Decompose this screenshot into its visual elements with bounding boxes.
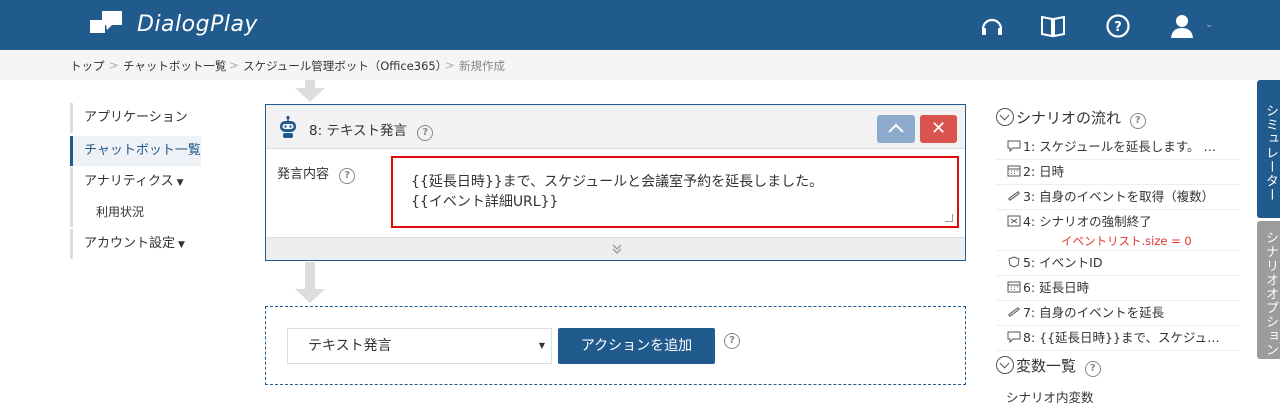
breadcrumb-chatbot-list[interactable]: チャットボット一覧 <box>123 58 226 74</box>
flow-item[interactable]: 1: スケジュールを延長します。 … <box>996 135 1240 160</box>
nav-usage[interactable]: 利用状況 <box>70 197 144 227</box>
message-textarea[interactable]: {{延長日時}}まで、スケジュールと会議室予約を延長しました。 {{イベント詳細… <box>391 156 959 228</box>
flow-title-text: シナリオの流れ <box>1016 109 1122 127</box>
nav-label: 利用状況 <box>96 205 145 219</box>
brand-name[interactable]: DialogPlay <box>137 12 258 37</box>
nav-analytics[interactable]: アナリティクス ▼ <box>70 167 184 197</box>
link-icon <box>1008 191 1020 201</box>
add-action-box: テキスト発言 ▼ アクションを追加 ? <box>265 306 966 385</box>
chevron-up-icon <box>888 123 904 133</box>
flow-item-label: 6: 延長日時 <box>1023 280 1090 295</box>
close-icon: ✕ <box>930 118 947 139</box>
action-panel: 8: テキスト発言 ? ✕ 発言内容 ? {{延長日時}}まで、スケジュールと会… <box>265 104 966 261</box>
caret-down-icon: ▼ <box>176 178 184 188</box>
svg-text:?: ? <box>1114 20 1122 35</box>
help-icon[interactable]: ? <box>1084 361 1101 377</box>
action-title-text: 8: テキスト発言 <box>309 123 408 139</box>
scenario-vars-label: シナリオ内変数 <box>1006 390 1094 405</box>
flow-item[interactable]: 5: イベントID <box>996 251 1240 276</box>
action-type-select[interactable]: テキスト発言 ▼ <box>287 328 552 364</box>
tab-simulator[interactable]: シミュレーター <box>1257 80 1280 218</box>
flow-item[interactable]: 2: 日時 <box>996 160 1240 185</box>
action-panel-header: 8: テキスト発言 ? ✕ <box>266 105 965 149</box>
nav-account-settings[interactable]: アカウント設定 ▼ <box>70 229 185 259</box>
nav-chatbot-list[interactable]: チャットボット一覧 <box>70 136 201 166</box>
help-icon[interactable]: ? <box>724 333 740 349</box>
app-header: DialogPlay ? ⌄ <box>0 0 1280 50</box>
help-icon[interactable]: ? <box>339 168 356 184</box>
select-value: テキスト発言 <box>308 338 392 354</box>
flow-arrow-head <box>295 88 325 102</box>
flow-item-label: 4: シナリオの強制終了 <box>1023 214 1152 229</box>
flow-item-label: 3: 自身のイベントを取得（複数） <box>1023 189 1215 204</box>
flow-item-label: 7: 自身のイベントを延長 <box>1023 305 1165 320</box>
breadcrumb-current: 新規作成 <box>459 59 505 73</box>
vars-title-text: 変数一覧 <box>1016 357 1077 375</box>
headset-icon[interactable] <box>979 13 1005 39</box>
expand-bar[interactable] <box>266 237 965 260</box>
vars-section-title[interactable]: 変数一覧 ? <box>996 355 1101 377</box>
speech-bubble-icon <box>1007 331 1021 343</box>
badge-icon <box>1008 256 1020 268</box>
exit-icon <box>1007 215 1021 227</box>
help-icon[interactable]: ? <box>417 125 434 141</box>
link-icon <box>1008 307 1020 317</box>
flow-section-title[interactable]: シナリオの流れ ? <box>996 107 1146 129</box>
flow-item[interactable]: 3: 自身のイベントを取得（複数） <box>996 185 1240 210</box>
calendar-icon <box>1007 165 1021 177</box>
field-label: 発言内容 ? <box>277 163 356 184</box>
tab-scenario-options[interactable]: シナリオオプション <box>1257 221 1280 359</box>
dialogplay-logo-icon[interactable] <box>90 11 124 37</box>
flow-item[interactable]: 8: {{延長日時}}まで、スケジュ… <box>996 326 1240 351</box>
breadcrumb-separator: > <box>229 58 239 72</box>
nav-label: アナリティクス <box>84 174 174 189</box>
flow-condition-note: イベントリスト.size = 0 <box>1061 234 1192 248</box>
nav-applications[interactable]: アプリケーション <box>70 103 188 133</box>
flow-item-label: 8: {{延長日時}}まで、スケジュ… <box>1023 330 1220 345</box>
question-icon[interactable]: ? <box>1105 13 1131 39</box>
flow-item[interactable]: 6: 延長日時 <box>996 276 1240 301</box>
flow-arrow-head <box>295 289 325 303</box>
breadcrumb-top[interactable]: トップ <box>70 58 105 74</box>
nav-label: アカウント設定 <box>84 236 176 251</box>
nav-label: アプリケーション <box>84 110 188 125</box>
speech-bubble-icon <box>1007 140 1021 152</box>
robot-icon <box>280 115 296 138</box>
flow-arrow <box>305 262 315 289</box>
collapse-chevron-icon[interactable] <box>996 108 1014 126</box>
collapse-chevron-icon[interactable] <box>996 356 1014 374</box>
breadcrumb-separator: > <box>109 58 119 72</box>
user-menu-caret-icon[interactable]: ⌄ <box>1205 19 1213 30</box>
resize-grip-icon[interactable] <box>945 214 953 222</box>
flow-item-label: 1: スケジュールを延長します。 … <box>1023 139 1216 154</box>
calendar-icon <box>1007 281 1021 293</box>
delete-button[interactable]: ✕ <box>920 115 957 143</box>
flow-item-label: 5: イベントID <box>1023 255 1103 270</box>
user-icon[interactable] <box>1169 13 1195 39</box>
help-icon[interactable]: ? <box>1129 113 1146 129</box>
breadcrumb: トップ > チャットボット一覧 > スケジュール管理ボット（Office365）… <box>0 50 1280 80</box>
flow-item[interactable]: 7: 自身のイベントを延長 <box>996 301 1240 326</box>
add-action-button[interactable]: アクションを追加 <box>558 328 715 364</box>
nav-label: チャットボット一覧 <box>84 143 201 158</box>
book-icon[interactable] <box>1040 13 1066 39</box>
double-chevron-down-icon <box>612 244 622 254</box>
field-label-text: 発言内容 <box>277 167 330 182</box>
breadcrumb-bot[interactable]: スケジュール管理ボット（Office365） <box>243 58 447 74</box>
flow-item-label: 2: 日時 <box>1023 164 1065 179</box>
action-title: 8: テキスト発言 ? <box>309 119 434 141</box>
caret-down-icon: ▼ <box>178 240 185 250</box>
breadcrumb-separator: > <box>445 58 455 72</box>
caret-down-icon: ▼ <box>538 341 545 350</box>
move-up-button[interactable] <box>877 115 915 143</box>
